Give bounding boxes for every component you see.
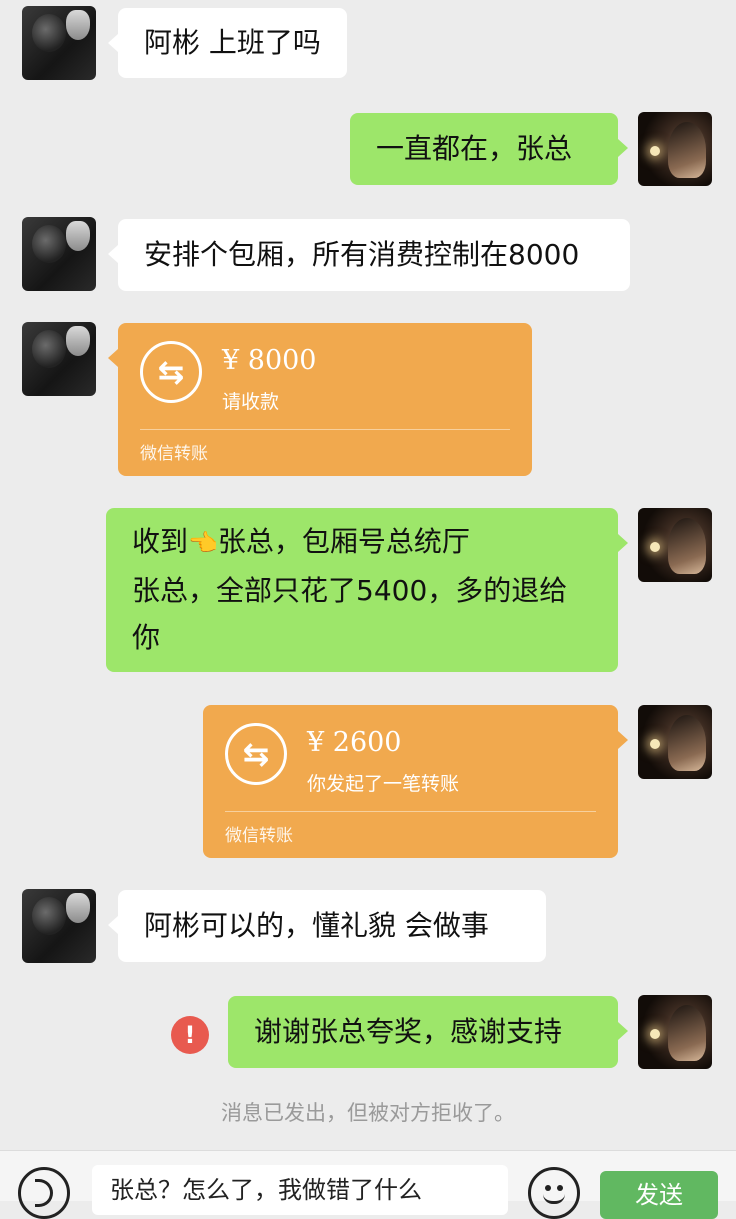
transfer-icon: ⇆	[225, 723, 287, 785]
system-message: 消息已发出，但被对方拒收了。	[221, 1101, 515, 1125]
input-bar: 张总？怎么了，我做错了什么 发送	[0, 1150, 736, 1219]
message-text: 一直都在，张总	[376, 132, 573, 165]
emoji-icon[interactable]	[528, 1167, 580, 1219]
pointing-hand-icon: 👈	[188, 529, 218, 557]
contact-avatar[interactable]	[22, 322, 96, 396]
transfer-amount: ¥ 8000	[222, 345, 317, 376]
transfer-footer: 微信转账	[140, 444, 208, 464]
send-button[interactable]: 发送	[600, 1171, 718, 1219]
transfer-card[interactable]: ⇆ ¥ 2600 你发起了一笔转账 微信转账	[203, 705, 628, 858]
contact-avatar[interactable]	[22, 217, 96, 291]
message-input[interactable]: 张总？怎么了，我做错了什么	[92, 1165, 508, 1215]
message-bubble[interactable]: 一直都在，张总	[350, 113, 628, 185]
message-bubble[interactable]: 阿彬可以的，懂礼貌 会做事	[108, 890, 546, 962]
contact-avatar[interactable]	[22, 6, 96, 80]
transfer-divider	[140, 429, 510, 430]
message-bubble[interactable]: 安排个包厢，所有消费控制在8000	[108, 219, 630, 291]
message-bubble[interactable]: 谢谢张总夸奖，感谢支持	[228, 996, 628, 1068]
transfer-divider	[225, 811, 596, 812]
message-bubble[interactable]: 阿彬 上班了吗	[108, 8, 347, 78]
my-avatar[interactable]	[638, 995, 712, 1069]
transfer-card[interactable]: ⇆ ¥ 8000 请收款 微信转账	[108, 323, 532, 476]
message-text: 安排个包厢，所有消费控制在8000	[144, 238, 580, 271]
message-line: 你	[132, 621, 161, 654]
message-text: 阿彬可以的，懂礼貌 会做事	[144, 909, 489, 942]
transfer-amount: ¥ 2600	[307, 727, 402, 758]
transfer-footer: 微信转账	[225, 826, 293, 846]
message-bubble[interactable]: 收到👈张总，包厢号总统厅 张总，全部只花了5400，多的退给 你	[106, 508, 628, 672]
voice-icon[interactable]	[18, 1167, 70, 1219]
message-line: 张总，全部只花了5400，多的退给	[132, 574, 568, 607]
contact-avatar[interactable]	[22, 889, 96, 963]
transfer-note: 请收款	[222, 391, 280, 413]
transfer-icon: ⇆	[140, 341, 202, 403]
my-avatar[interactable]	[638, 705, 712, 779]
transfer-note: 你发起了一笔转账	[307, 773, 460, 795]
message-text: 谢谢张总夸奖，感谢支持	[254, 1015, 563, 1048]
message-line: 收到👈张总，包厢号总统厅	[132, 525, 470, 558]
my-avatar[interactable]	[638, 112, 712, 186]
my-avatar[interactable]	[638, 508, 712, 582]
error-icon[interactable]: !	[171, 1016, 209, 1054]
message-text: 阿彬 上班了吗	[144, 26, 321, 59]
